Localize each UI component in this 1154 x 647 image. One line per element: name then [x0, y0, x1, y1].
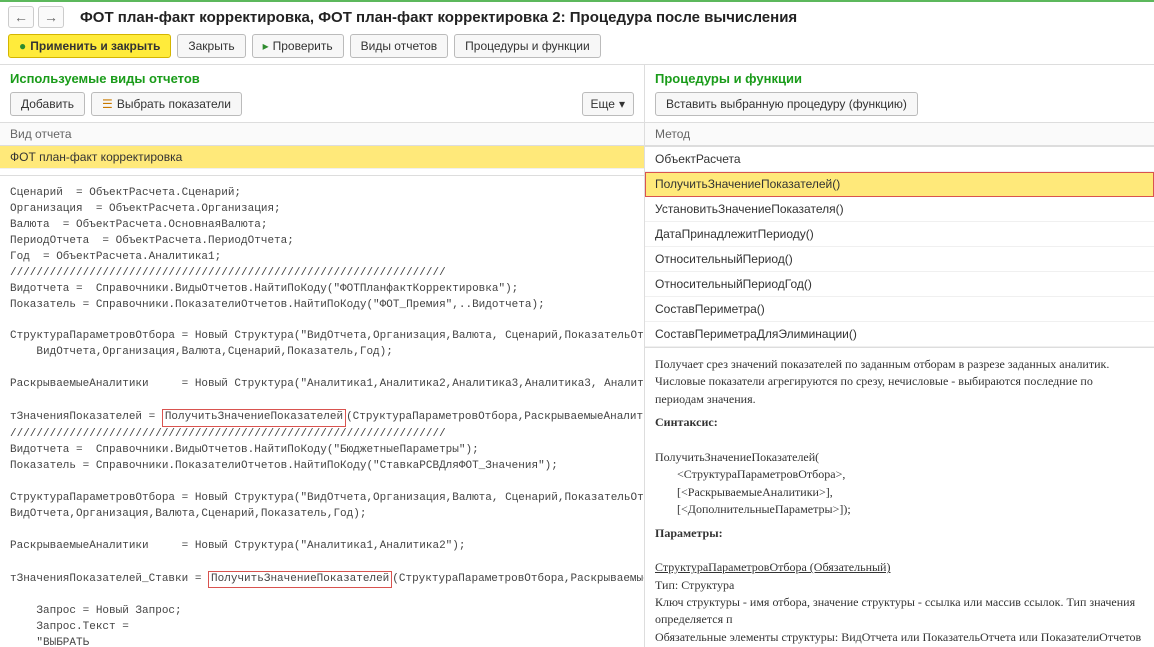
more-dropdown[interactable]: Еще ▾: [582, 92, 634, 116]
proc-row-selected[interactable]: ПолучитьЗначениеПоказателей(): [645, 172, 1154, 197]
syntax-heading: Синтаксис:: [655, 414, 1144, 431]
pick-indicators-button[interactable]: ☰ Выбрать показатели: [91, 92, 242, 116]
check-label: Проверить: [273, 39, 333, 53]
arrow-right-icon: →: [44, 9, 58, 25]
procs-button[interactable]: Процедуры и функции: [454, 34, 601, 58]
add-button[interactable]: Добавить: [10, 92, 85, 116]
params-heading: Параметры:: [655, 525, 1144, 542]
pick-label: Выбрать показатели: [117, 97, 231, 111]
right-column: Процедуры и функции Вставить выбранную п…: [645, 65, 1154, 647]
check-button[interactable]: ▸ Проверить: [252, 34, 344, 58]
param1-name: СтруктураПараметровОтбора (Обязательный): [655, 560, 890, 574]
desc-summary2: Числовые показатели агрегируются по срез…: [655, 374, 1093, 405]
apply-close-button[interactable]: ● Применить и закрыть: [8, 34, 171, 58]
proc-row[interactable]: ОтносительныйПериодГод(): [645, 272, 1154, 297]
grid-header: Вид отчета: [0, 122, 644, 146]
main-toolbar: ●Применить и закрыть Закрыть ▸Проверить …: [0, 28, 1154, 65]
arrow-left-icon: ←: [14, 9, 28, 25]
report-types-button[interactable]: Виды отчетов: [350, 34, 449, 58]
code-editor[interactable]: Сценарий = ОбъектРасчета.Сценарий; Орган…: [0, 175, 644, 647]
chevron-down-icon: ▾: [619, 97, 625, 111]
back-button[interactable]: ←: [8, 6, 34, 28]
report-row[interactable]: ФОТ план-факт корректировка: [0, 146, 644, 169]
forward-button[interactable]: →: [38, 6, 64, 28]
highlight-2: ПолучитьЗначениеПоказателей: [208, 571, 392, 589]
window-title: ФОТ план-факт корректировка, ФОТ план-фа…: [70, 9, 797, 26]
proc-row[interactable]: СоставПериметра(): [645, 297, 1154, 322]
code-content: Сценарий = ОбъектРасчета.Сценарий; Орган…: [0, 176, 644, 647]
right-section-title: Процедуры и функции: [645, 65, 1154, 88]
proc-row[interactable]: УстановитьЗначениеПоказателя(): [645, 197, 1154, 222]
left-section-title: Используемые виды отчетов: [0, 65, 644, 88]
app-window: ← → ФОТ план-факт корректировка, ФОТ пла…: [0, 0, 1154, 647]
insert-proc-button[interactable]: Вставить выбранную процедуру (функцию): [655, 92, 918, 116]
apply-close-label: Применить и закрыть: [30, 39, 160, 53]
title-row: ← → ФОТ план-факт корректировка, ФОТ пла…: [0, 2, 1154, 28]
check-icon: ●: [19, 39, 26, 53]
proc-row[interactable]: ДатаПринадлежитПериоду(): [645, 222, 1154, 247]
proc-row[interactable]: ОбъектРасчета: [645, 147, 1154, 172]
desc-summary: Получает срез значений показателей по за…: [655, 357, 1109, 371]
columns: Используемые виды отчетов Добавить ☰ Выбр…: [0, 65, 1154, 647]
proc-description: Получает срез значений показателей по за…: [645, 347, 1154, 647]
grid-body: ФОТ план-факт корректировка: [0, 146, 644, 169]
nav-arrows: ← →: [8, 6, 64, 28]
right-toolbar: Вставить выбранную процедуру (функцию): [645, 88, 1154, 122]
proc-list-header: Метод: [645, 122, 1154, 146]
close-button[interactable]: Закрыть: [177, 34, 245, 58]
left-toolbar: Добавить ☰ Выбрать показатели Еще ▾: [0, 88, 644, 122]
proc-list: ОбъектРасчета ПолучитьЗначениеПоказателе…: [645, 146, 1154, 347]
highlight-1: ПолучитьЗначениеПоказателей: [162, 409, 346, 427]
more-label: Еще: [591, 97, 615, 111]
play-icon: ▸: [263, 39, 269, 53]
list-icon: ☰: [102, 97, 113, 111]
left-column: Используемые виды отчетов Добавить ☰ Выбр…: [0, 65, 645, 647]
proc-row[interactable]: СоставПериметраДляЭлиминации(): [645, 322, 1154, 347]
proc-row[interactable]: ОтносительныйПериод(): [645, 247, 1154, 272]
